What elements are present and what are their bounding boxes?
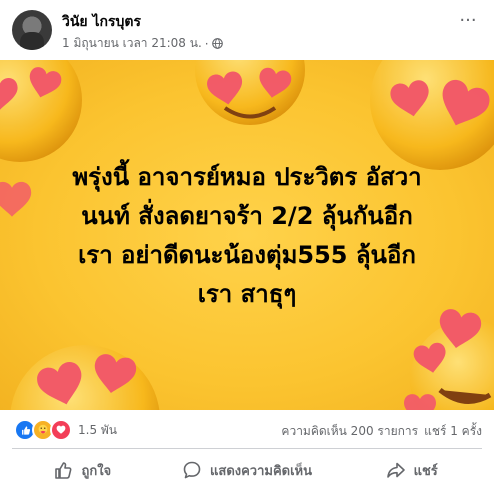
comment-icon [183, 461, 201, 479]
globe-icon[interactable] [211, 38, 223, 49]
engagement-counts: ความคิดเห็น 200 รายการ แชร์ 1 ครั้ง [281, 422, 482, 441]
reaction-count[interactable]: 1.5 พัน [78, 421, 117, 440]
like-button[interactable]: ถูกใจ [0, 450, 165, 490]
thumbs-up-icon [55, 462, 72, 479]
author-name[interactable]: วินัย ไกรบุตร [62, 11, 141, 33]
share-button[interactable]: แชร์ [329, 450, 494, 490]
post-text: พรุ่งนี้ อาจารย์หมอ ประวิตร อัสวา นนท์ ส… [20, 158, 474, 314]
post-image[interactable]: พรุ่งนี้ อาจารย์หมอ ประวิตร อัสวา นนท์ ส… [0, 60, 494, 410]
post-meta: 1 มิถุนายน เวลา 21:08 น. · [62, 34, 223, 53]
post-stats: 1.5 พัน ความคิดเห็น 200 รายการ แชร์ 1 คร… [0, 410, 494, 448]
divider [12, 448, 482, 449]
comment-count[interactable]: ความคิดเห็น 200 รายการ [281, 422, 418, 441]
post-text-line: เรา อย่าดีดนะน้องตุ่ม555 ลุ้นอีก [78, 241, 416, 269]
more-options-button[interactable]: ··· [454, 12, 482, 34]
post-text-line: เรา สาธุๆ [197, 280, 297, 308]
love-icon [50, 419, 72, 441]
post-actions: ถูกใจ แสดงความคิดเห็น แชร์ [0, 450, 494, 490]
reactions-summary[interactable]: 1.5 พัน [14, 419, 117, 441]
like-label: ถูกใจ [81, 463, 112, 479]
post-text-line: พรุ่งนี้ อาจารย์หมอ ประวิตร อัสวา [72, 163, 422, 191]
meta-separator: · [204, 36, 209, 51]
comment-button[interactable]: แสดงความคิดเห็น [165, 450, 330, 490]
heart-eyes-emoji [0, 60, 82, 162]
post-header: วินัย ไกรบุตร 1 มิถุนายน เวลา 21:08 น. ·… [0, 0, 494, 60]
comment-label: แสดงความคิดเห็น [210, 463, 313, 479]
post-timestamp[interactable]: 1 มิถุนายน เวลา 21:08 น. [62, 34, 202, 53]
share-icon [386, 462, 405, 478]
share-count[interactable]: แชร์ 1 ครั้ง [424, 422, 482, 441]
share-label: แชร์ [413, 463, 438, 479]
post-text-line: นนท์ สั่งลดยาจร้า 2/2 ลุ้นกันอีก [81, 202, 413, 230]
avatar[interactable] [12, 10, 52, 50]
